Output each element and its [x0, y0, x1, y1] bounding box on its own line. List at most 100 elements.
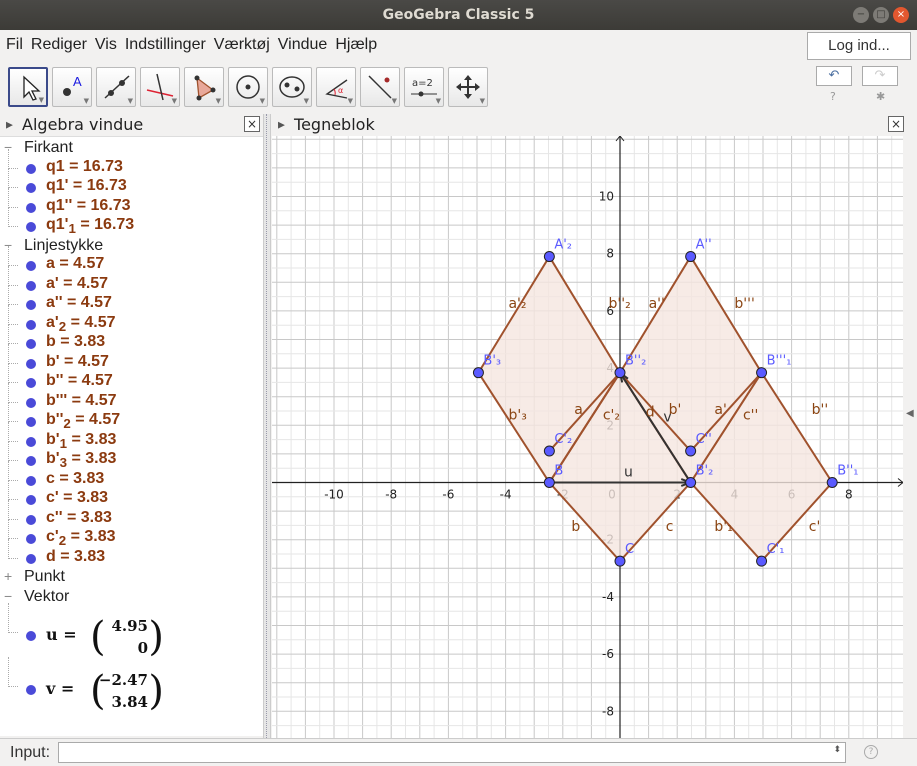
input-history-icon[interactable]: ⬍: [833, 745, 841, 755]
minimize-icon[interactable]: −: [853, 7, 869, 23]
expand-icon[interactable]: +: [4, 568, 12, 584]
panel-divider[interactable]: [263, 114, 271, 738]
visibility-toggle[interactable]: [26, 300, 36, 310]
visibility-toggle[interactable]: [26, 631, 36, 641]
menu-item-6[interactable]: Hjælp: [335, 36, 377, 54]
close-icon[interactable]: ×: [893, 7, 909, 23]
visibility-toggle[interactable]: [26, 417, 36, 427]
menu-item-0[interactable]: Fil: [6, 36, 23, 54]
move-view-tool-button[interactable]: ▼: [448, 67, 488, 107]
vector-item[interactable]: u =(4.95 0): [0, 603, 263, 665]
algebra-item[interactable]: q1'1 = 16.73: [0, 207, 263, 237]
collapse-icon[interactable]: ▶: [278, 121, 285, 131]
algebra-item-text: q1 = 16.73: [46, 157, 123, 175]
help-icon[interactable]: ?: [830, 90, 836, 103]
visibility-toggle[interactable]: [26, 319, 36, 330]
ellipse-tool-button[interactable]: ▼: [272, 67, 312, 107]
algebra-item[interactable]: b'1 = 3.83: [0, 421, 263, 452]
x-tick-label: -6: [442, 488, 454, 502]
close-graphics-button[interactable]: ×: [888, 116, 904, 132]
category-label: Firkant: [24, 139, 73, 156]
visibility-toggle[interactable]: [26, 261, 36, 271]
algebra-item[interactable]: b' = 4.57: [0, 343, 263, 374]
algebra-item[interactable]: c = 3.83: [0, 460, 263, 491]
move-tool-button[interactable]: ▼: [8, 67, 48, 107]
input-bar: Input: ⬍ ?: [0, 738, 917, 766]
graphics-title: Tegneblok: [294, 115, 375, 134]
point: [685, 251, 697, 263]
collapse-icon[interactable]: ▶: [6, 121, 13, 131]
menu-item-1[interactable]: Rediger: [31, 36, 87, 54]
visibility-toggle[interactable]: [26, 358, 36, 369]
menu-item-5[interactable]: Vindue: [278, 36, 328, 54]
vector-item[interactable]: v =(−2.47 3.84): [0, 657, 263, 719]
point-label: B'''₁: [767, 354, 792, 369]
slider-tool-button[interactable]: a=2 ▼: [404, 67, 444, 107]
expand-panel-icon[interactable]: ◀: [906, 408, 914, 419]
algebra-view[interactable]: − Firkant q1 = 16.73 q1' = 16.73 q1'' = 16.7…: [0, 136, 263, 736]
algebra-item[interactable]: q1 = 16.73: [0, 148, 263, 179]
algebra-item[interactable]: a'' = 4.57: [0, 285, 263, 315]
polygon-tool-button[interactable]: ▼: [184, 67, 224, 107]
line-tool-button[interactable]: ▼: [96, 67, 136, 107]
visibility-toggle[interactable]: [26, 222, 36, 232]
visibility-toggle[interactable]: [26, 163, 36, 174]
angle-tool-button[interactable]: α ▼: [316, 67, 356, 107]
menu-item-2[interactable]: Vis: [95, 36, 117, 54]
algebra-item-text: a' = 4.57: [46, 274, 109, 292]
point-tool-button[interactable]: A ▼: [52, 67, 92, 107]
visibility-toggle[interactable]: [26, 339, 36, 349]
algebra-item[interactable]: a' = 4.57: [0, 265, 263, 296]
algebra-item-text: a = 4.57: [46, 255, 105, 272]
algebra-item[interactable]: c'2 = 3.83: [0, 519, 263, 549]
point-label: B'₃: [483, 354, 501, 369]
perpendicular-tool-button[interactable]: ▼: [140, 67, 180, 107]
algebra-item[interactable]: b''2 = 4.57: [0, 402, 263, 432]
graphics-canvas[interactable]: -10-8-6-4-202468-8-6-4-2246810uva'₂b''₂a…: [272, 136, 903, 738]
algebra-item[interactable]: b'' = 4.57: [0, 363, 263, 393]
visibility-toggle[interactable]: [26, 456, 36, 466]
visibility-toggle[interactable]: [26, 183, 36, 193]
visibility-toggle[interactable]: [26, 202, 36, 213]
algebra-item[interactable]: b'3 = 3.83: [0, 441, 263, 471]
undo-button[interactable]: ↶: [816, 66, 852, 86]
collapse-icon[interactable]: −: [4, 588, 12, 604]
visibility-toggle[interactable]: [26, 514, 36, 525]
svg-text:α: α: [338, 86, 343, 95]
algebra-item[interactable]: c'' = 3.83: [0, 499, 263, 530]
visibility-toggle[interactable]: [26, 685, 36, 695]
visibility-toggle[interactable]: [26, 280, 36, 291]
maximize-icon[interactable]: □: [873, 7, 889, 23]
edge-label: b': [669, 402, 682, 418]
visibility-toggle[interactable]: [26, 397, 36, 408]
menu-item-3[interactable]: Indstillinger: [125, 36, 206, 54]
algebra-item[interactable]: a'2 = 4.57: [0, 304, 263, 335]
algebra-item[interactable]: d = 3.83: [0, 538, 263, 569]
algebra-item[interactable]: c' = 3.83: [0, 480, 263, 510]
close-algebra-button[interactable]: ×: [244, 116, 260, 132]
edge-label: a': [714, 402, 726, 418]
visibility-toggle[interactable]: [26, 495, 36, 505]
algebra-item[interactable]: b''' = 4.57: [0, 382, 263, 413]
visibility-toggle[interactable]: [26, 436, 36, 447]
algebra-item[interactable]: q1' = 16.73: [0, 168, 263, 198]
visibility-toggle[interactable]: [26, 475, 36, 486]
graphics-view[interactable]: -10-8-6-4-202468-8-6-4-2246810uva'₂b''₂a…: [272, 136, 903, 738]
algebra-item-text: b'1 = 3.83: [46, 430, 117, 451]
reflect-tool-button[interactable]: ▼: [360, 67, 400, 107]
redo-button[interactable]: ↷: [862, 66, 898, 86]
visibility-toggle[interactable]: [26, 378, 36, 388]
algebra-item[interactable]: q1'' = 16.73: [0, 187, 263, 218]
visibility-toggle[interactable]: [26, 534, 36, 544]
visibility-toggle[interactable]: [26, 553, 36, 564]
algebra-item[interactable]: a = 4.57: [0, 246, 263, 276]
login-button[interactable]: Log ind...: [807, 32, 911, 60]
circle-tool-button[interactable]: ▼: [228, 67, 268, 107]
algebra-item[interactable]: b = 3.83: [0, 324, 263, 354]
input-help-icon[interactable]: ?: [864, 745, 878, 759]
input-field[interactable]: ⬍: [58, 742, 846, 763]
point-label: A'₂: [554, 238, 572, 253]
gear-icon[interactable]: ✱: [876, 90, 885, 103]
menu-item-4[interactable]: Værktøj: [214, 36, 270, 54]
point: [614, 555, 626, 567]
